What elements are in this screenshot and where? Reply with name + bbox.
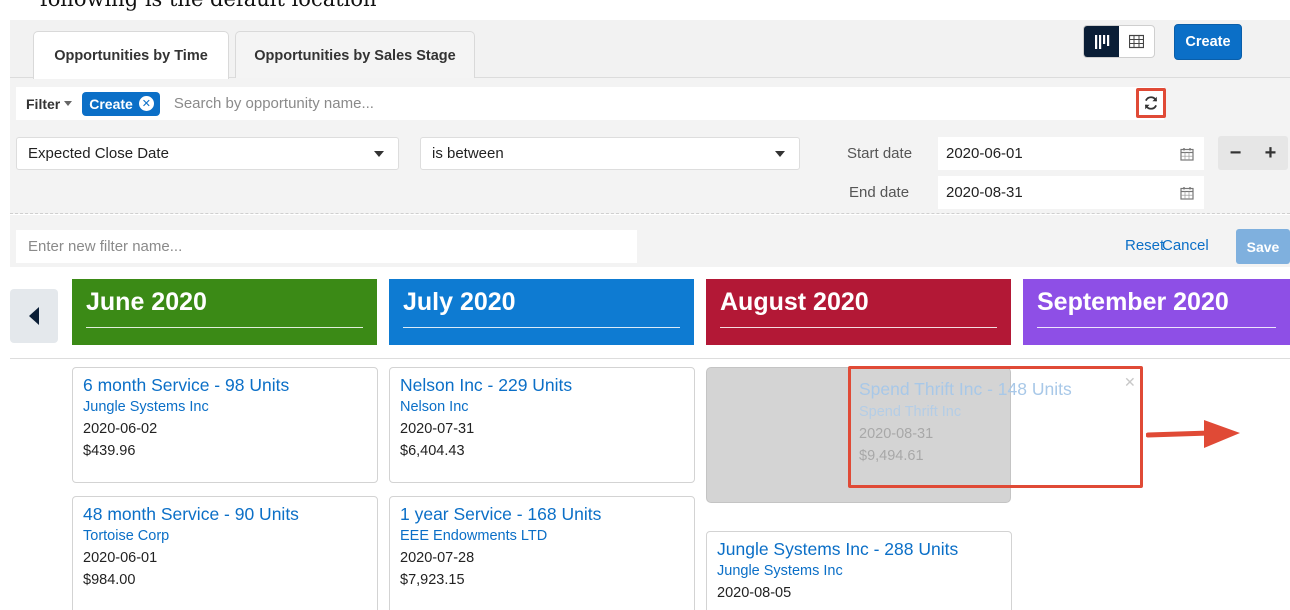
tab-opportunities-by-sales-stage[interactable]: Opportunities by Sales Stage	[235, 31, 475, 79]
add-row-icon[interactable]: +	[1265, 142, 1277, 165]
card-date: 2020-06-01	[83, 550, 158, 566]
month-header-september-2020: September 2020	[1023, 279, 1290, 345]
reset-link[interactable]: Reset	[1125, 237, 1164, 254]
card-title-link[interactable]: 1 year Service - 168 Units	[400, 503, 694, 526]
field-select-value: Expected Close Date	[28, 145, 169, 162]
card-date: 2020-07-28	[400, 550, 475, 566]
list-view-button[interactable]	[1119, 26, 1154, 57]
create-button[interactable]: Create	[1174, 24, 1242, 60]
card-amount: $984.00	[83, 572, 136, 588]
opportunity-card[interactable]: 6 month Service - 98 Units Jungle System…	[72, 367, 378, 483]
card-date: 2020-07-31	[400, 421, 475, 437]
card-date: 2020-08-05	[717, 585, 792, 601]
card-account-link[interactable]: Spend Thrift Inc	[859, 401, 1140, 423]
card-title-link[interactable]: 6 month Service - 98 Units	[83, 374, 377, 397]
card-account-link[interactable]: EEE Endowments LTD	[400, 526, 694, 547]
card-date: 2020-06-02	[83, 421, 158, 437]
chevron-down-icon	[64, 101, 73, 106]
start-date-value: 2020-06-01	[946, 145, 1023, 162]
card-title-link[interactable]: 48 month Service - 90 Units	[83, 503, 377, 526]
filter-label: Filter	[26, 95, 61, 112]
calendar-icon	[1180, 186, 1194, 200]
month-title: August 2020	[720, 288, 869, 316]
card-account-link[interactable]: Jungle Systems Inc	[717, 561, 1011, 582]
opportunity-card[interactable]: Jungle Systems Inc - 288 Units Jungle Sy…	[706, 531, 1012, 610]
tile-view-button[interactable]	[1084, 26, 1119, 57]
field-select[interactable]: Expected Close Date	[16, 137, 399, 170]
calendar-icon	[1180, 147, 1194, 161]
month-title: July 2020	[403, 288, 516, 316]
card-account-link[interactable]: Nelson Inc	[400, 397, 694, 418]
month-underline	[720, 327, 997, 328]
month-header-august-2020: August 2020	[706, 279, 1011, 345]
card-title-link[interactable]: Jungle Systems Inc - 288 Units	[717, 538, 1011, 561]
end-date-label: End date	[849, 184, 910, 201]
card-title-link[interactable]: Nelson Inc - 229 Units	[400, 374, 694, 397]
filter-container: Filter Create ✕	[16, 87, 1164, 120]
tab-opportunities-by-time[interactable]: Opportunities by Time	[33, 31, 229, 79]
month-header-july-2020: July 2020	[389, 279, 694, 345]
chevron-down-icon	[775, 150, 785, 157]
start-date-field[interactable]: 2020-06-01	[938, 137, 1204, 170]
dragged-opportunity-card[interactable]: Spend Thrift Inc - 148 Units Spend Thrif…	[848, 366, 1143, 488]
previous-period-button[interactable]	[10, 289, 58, 343]
refresh-icon	[1145, 96, 1157, 110]
month-underline	[1037, 327, 1276, 328]
operator-select[interactable]: is between	[420, 137, 800, 170]
arrow-right-icon	[1146, 420, 1240, 448]
filter-pill-create[interactable]: Create ✕	[82, 91, 160, 116]
operator-select-value: is between	[432, 145, 504, 162]
search-input[interactable]	[173, 95, 1074, 112]
month-header-june-2020: June 2020	[72, 279, 377, 345]
opportunity-card[interactable]: Nelson Inc - 229 Units Nelson Inc 2020-0…	[389, 367, 695, 483]
card-date: 2020-08-31	[859, 426, 934, 442]
filter-dropdown[interactable]: Filter	[26, 95, 73, 112]
month-underline	[403, 327, 680, 328]
card-amount: $6,404.43	[400, 443, 465, 459]
card-amount: $9,494.61	[859, 448, 924, 464]
top-caption: following is the default location	[40, 0, 377, 11]
opportunity-card[interactable]: 48 month Service - 90 Units Tortoise Cor…	[72, 496, 378, 610]
start-date-label: Start date	[847, 145, 913, 162]
cancel-link[interactable]: Cancel	[1162, 237, 1209, 254]
end-date-field[interactable]: 2020-08-31	[938, 176, 1204, 209]
card-amount: $7,923.15	[400, 572, 465, 588]
filter-name-input[interactable]	[16, 230, 637, 263]
close-icon[interactable]: ✕	[138, 96, 154, 111]
card-amount: $439.96	[83, 443, 136, 459]
month-title: June 2020	[86, 288, 207, 316]
chevron-left-icon	[29, 307, 39, 325]
view-toggle	[1083, 25, 1155, 58]
tile-view-icon	[1094, 34, 1109, 49]
month-underline	[86, 327, 363, 328]
divider	[10, 358, 1290, 359]
card-title-link[interactable]: Spend Thrift Inc - 148 Units	[859, 378, 1140, 401]
card-account-link[interactable]: Jungle Systems Inc	[83, 397, 377, 418]
filter-row-controls: − +	[1218, 136, 1288, 170]
save-button[interactable]: Save	[1236, 229, 1290, 264]
remove-row-icon[interactable]: −	[1230, 142, 1242, 165]
opportunity-card[interactable]: 1 year Service - 168 Units EEE Endowment…	[389, 496, 695, 610]
month-title: September 2020	[1037, 288, 1229, 316]
refresh-button[interactable]	[1136, 88, 1166, 118]
close-icon[interactable]: ✕	[1124, 374, 1136, 391]
grid-icon	[1129, 34, 1144, 49]
end-date-value: 2020-08-31	[946, 184, 1023, 201]
filter-pill-label: Create	[89, 95, 133, 112]
chevron-down-icon	[374, 150, 384, 157]
card-account-link[interactable]: Tortoise Corp	[83, 526, 377, 547]
